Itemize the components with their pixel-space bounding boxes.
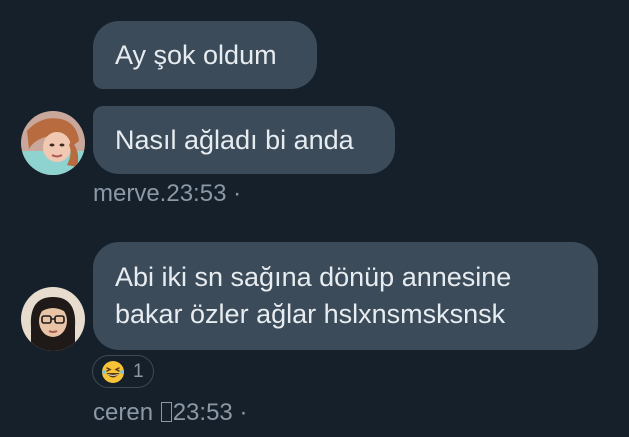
avatar-photo-icon bbox=[21, 287, 85, 351]
message-meta: ceren 23:53 · bbox=[93, 399, 247, 427]
reaction-count: 1 bbox=[133, 360, 144, 382]
message-text-line-2: bakar özler ağlar hslxnsmsksnsk bbox=[115, 299, 506, 329]
message-meta: merve.23:53 · bbox=[93, 180, 241, 208]
message-bubble[interactable]: Abi iki sn sağına dönüp annesine bakar ö… bbox=[93, 242, 598, 350]
sender-name[interactable]: ceren bbox=[93, 399, 160, 426]
separator-dot: · bbox=[239, 399, 248, 426]
chat-thread: Ay şok oldum Nasıl ağladı bi anda merve.… bbox=[0, 0, 629, 437]
message-text: Nasıl ağladı bi anda bbox=[115, 125, 354, 155]
timestamp: 23:53 bbox=[172, 399, 233, 426]
grinning-squinting-face-icon bbox=[102, 360, 124, 383]
timestamp: 23:53 bbox=[166, 180, 227, 207]
message-bubble[interactable]: Ay şok oldum bbox=[93, 21, 317, 89]
avatar-photo-icon bbox=[21, 111, 85, 175]
separator-dot: · bbox=[233, 180, 242, 207]
reaction-chip[interactable]: 1 bbox=[92, 355, 154, 388]
message-bubble[interactable]: Nasıl ağladı bi anda bbox=[93, 106, 395, 174]
message-text-line-1: Abi iki sn sağına dönüp annesine bbox=[115, 262, 512, 292]
sender-name[interactable]: merve. bbox=[93, 180, 166, 207]
missing-glyph-icon bbox=[160, 402, 172, 422]
avatar-ceren[interactable] bbox=[21, 287, 85, 351]
message-text: Ay şok oldum bbox=[115, 40, 277, 70]
avatar-merve[interactable] bbox=[21, 111, 85, 175]
